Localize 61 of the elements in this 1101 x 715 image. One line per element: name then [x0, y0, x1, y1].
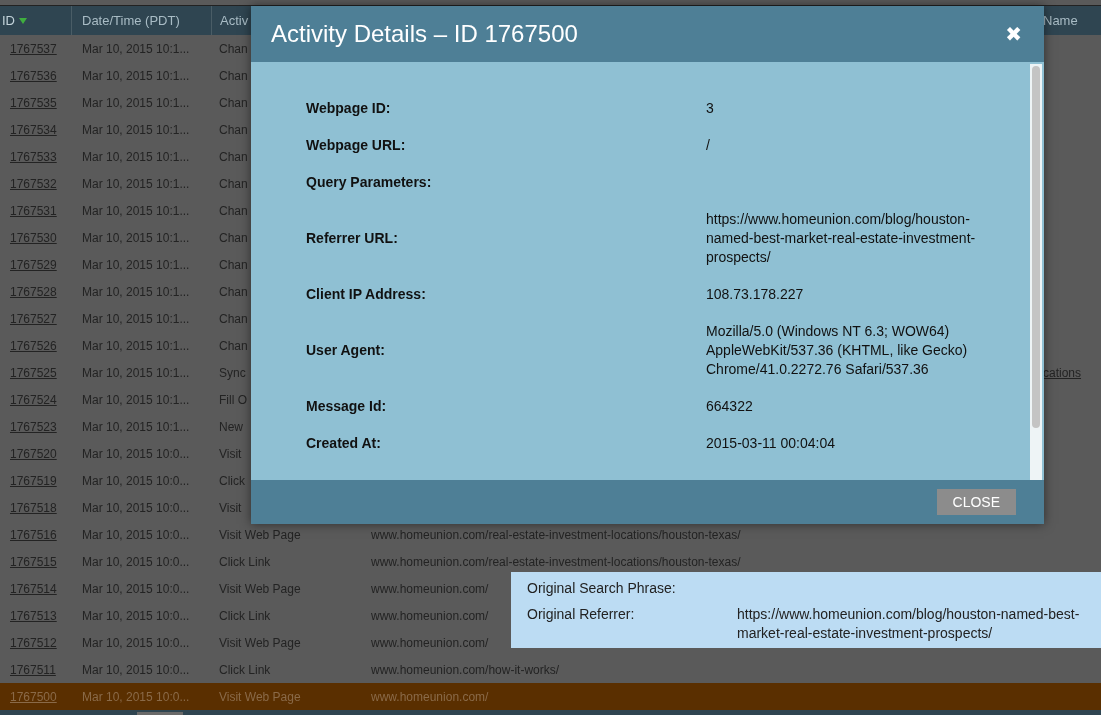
dialog-title: Activity Details – ID 1767500 [271, 20, 578, 48]
id-link[interactable]: 1767531 [10, 203, 57, 218]
field-label: Webpage ID: [306, 99, 392, 118]
table-cell: www.homeunion.com/real-estate-investment-locations/houston-texas/ [371, 554, 741, 569]
field-value: 3 [706, 99, 715, 118]
id-link[interactable]: 1767527 [10, 311, 57, 326]
tooltip-label: Original Referrer: [527, 605, 636, 624]
id-link[interactable]: 1767526 [10, 338, 57, 353]
id-link[interactable]: 1767523 [10, 419, 57, 434]
id-link[interactable]: 1767525 [10, 365, 57, 380]
table-cell: www.homeunion.com/ [371, 635, 489, 650]
field-value: 108.73.178.227 [706, 285, 805, 304]
column-header[interactable]: ID [2, 13, 15, 28]
id-link[interactable]: 1767535 [10, 95, 57, 110]
id-link[interactable]: 1767500 [10, 689, 57, 704]
id-link[interactable]: 1767528 [10, 284, 57, 299]
table-cell: www.homeunion.com/ [371, 689, 489, 704]
column-header[interactable]: Date/Time (PDT) [82, 13, 180, 28]
close-button[interactable]: CLOSE [936, 489, 1016, 515]
id-link[interactable]: 1767537 [10, 41, 57, 56]
field-value: Mozilla/5.0 (Windows NT 6.3; WOW64) AppleWebKit/537.36 (KHTML, like Gecko) Chrome/41.0.2272.76 Safari/537.36 [706, 322, 969, 379]
id-link[interactable]: 1767518 [10, 500, 57, 515]
id-link[interactable]: 1767516 [10, 527, 57, 542]
id-link[interactable]: 1767512 [10, 635, 57, 650]
table-cell: www.homeunion.com/how-it-works/ [371, 662, 560, 677]
id-link[interactable]: 1767515 [10, 554, 57, 569]
table-cell: Visit Web Page [219, 689, 301, 704]
table-cell: Visit [219, 446, 242, 461]
field-value: 664322 [706, 397, 754, 416]
field-value: / [706, 136, 711, 155]
id-link[interactable]: 1767533 [10, 149, 57, 164]
table-cell: www.homeunion.com/ [371, 581, 489, 596]
id-link[interactable]: 1767530 [10, 230, 57, 245]
id-link[interactable]: 1767514 [10, 581, 57, 596]
id-link[interactable]: 1767520 [10, 446, 57, 461]
scrollbar[interactable] [1030, 64, 1042, 480]
field-label: Query Parameters: [306, 173, 433, 192]
field-label: Client IP Address: [306, 285, 427, 304]
table-cell: Mar 10, 2015 10:0... [82, 689, 190, 704]
field-label: Created At: [306, 434, 382, 453]
id-link[interactable]: 1767534 [10, 122, 57, 137]
table-cell: Visit [219, 500, 242, 515]
field-label: User Agent: [306, 341, 386, 360]
id-link[interactable]: 1767513 [10, 608, 57, 623]
column-header[interactable]: Name [1043, 13, 1078, 28]
column-header[interactable]: Activ [220, 13, 249, 28]
tooltip-label: Original Search Phrase: [527, 579, 677, 598]
field-value: 2015-03-11 00:04:04 [706, 434, 836, 453]
id-link[interactable]: 1767519 [10, 473, 57, 488]
field-value: https://www.homeunion.com/blog/houston-named-best-market-real-estate-investment-prospects/ [706, 210, 977, 267]
tooltip-value: https://www.homeunion.com/blog/houston-named-best-market-real-estate-investment-prospects/ [737, 605, 1081, 643]
field-label: Webpage URL: [306, 136, 407, 155]
id-link[interactable]: 1767532 [10, 176, 57, 191]
field-label: Message Id: [306, 397, 388, 416]
field-label: Referrer URL: [306, 229, 399, 248]
table-link[interactable]: cations [1043, 365, 1082, 380]
id-link[interactable]: 1767524 [10, 392, 57, 407]
table-cell: www.homeunion.com/ [371, 608, 489, 623]
id-link[interactable]: 1767536 [10, 68, 57, 83]
id-link[interactable]: 1767511 [10, 662, 56, 677]
id-link[interactable]: 1767529 [10, 257, 57, 272]
